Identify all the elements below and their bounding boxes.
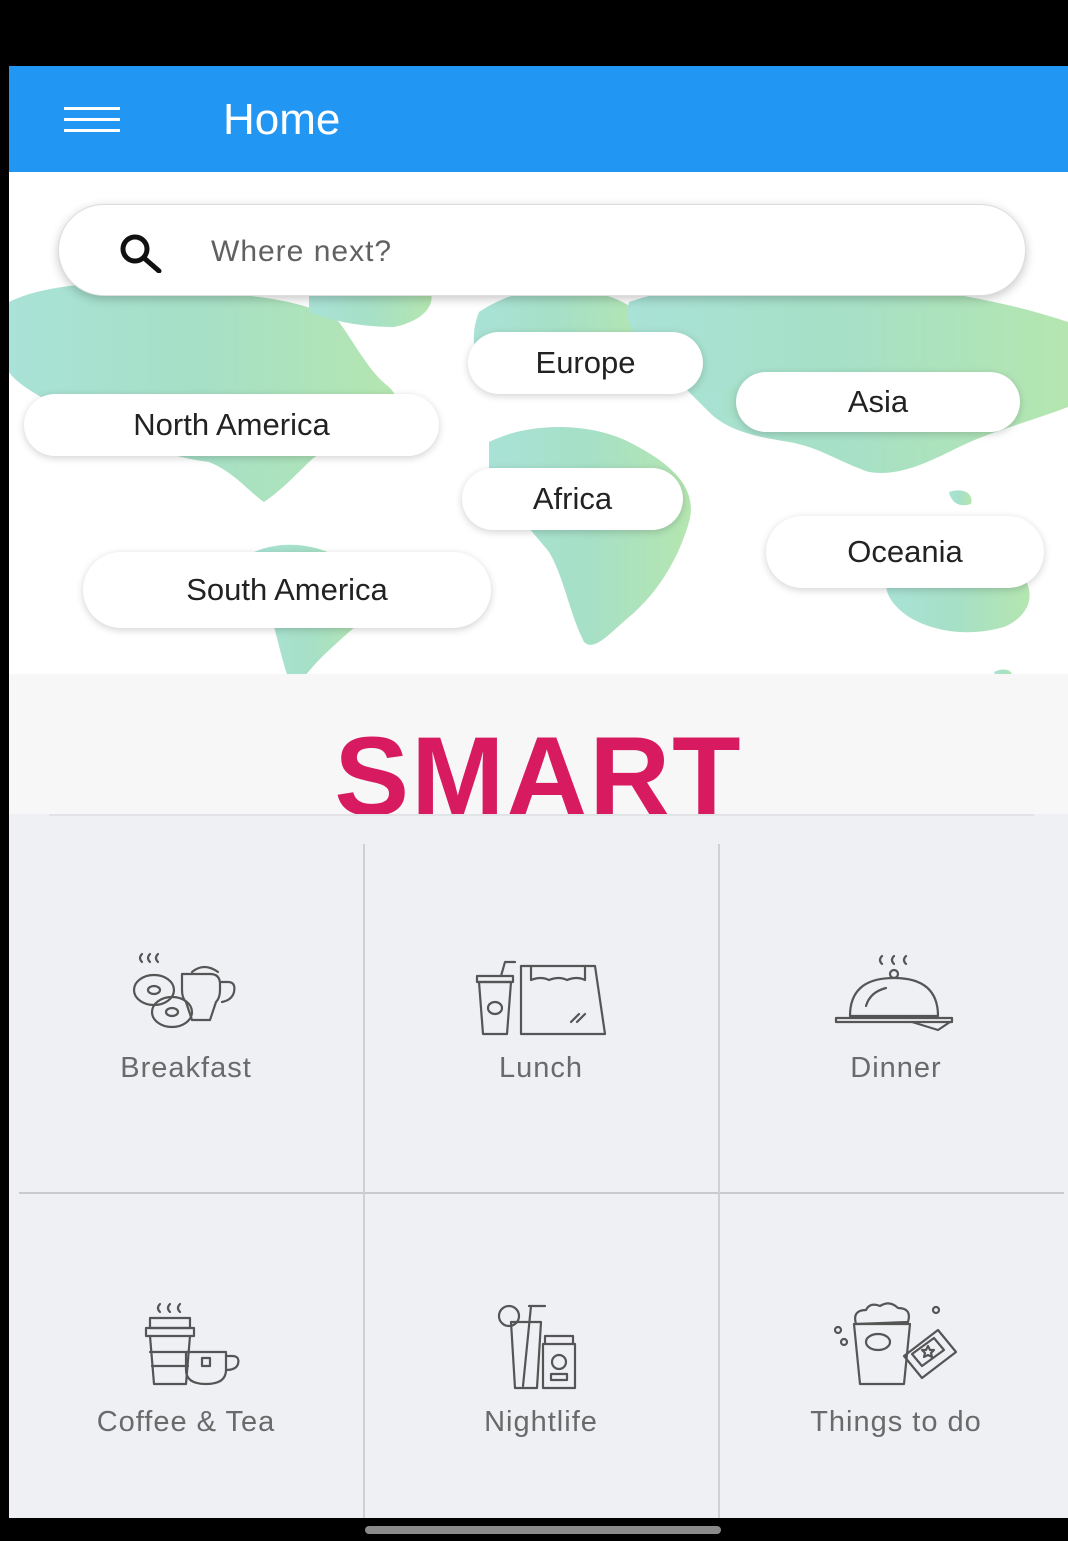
region-chip-label: Africa (532, 481, 613, 516)
region-chip-oceania[interactable]: Oceania (766, 516, 1044, 588)
category-label: Coffee & Tea (96, 1406, 276, 1438)
nightlife-icon (497, 1304, 577, 1390)
menu-button[interactable] (49, 93, 135, 147)
app-screen: Home Where next? North America Europe As… (9, 66, 1068, 1518)
region-chip-south-america[interactable]: South America (83, 552, 491, 628)
category-grid: Breakfast Lunch Dinner Coffee & Tea Nigh… (9, 814, 1068, 1518)
home-gesture-handle[interactable] (365, 1526, 721, 1534)
category-label: Dinner (850, 1052, 942, 1084)
dinner-icon (834, 954, 954, 1032)
category-dinner[interactable]: Dinner (719, 814, 1068, 1192)
region-chip-label: North America (133, 407, 330, 442)
breakfast-icon (132, 952, 236, 1029)
region-chip-label: South America (186, 572, 388, 607)
search-input[interactable] (209, 223, 973, 281)
brand-logo: SMART (334, 714, 743, 815)
category-coffee-tea[interactable]: Coffee & Tea (9, 1194, 363, 1518)
search-icon (120, 234, 162, 273)
category-nightlife[interactable]: Nightlife (364, 1194, 718, 1518)
world-map-section: North America Europe Asia Africa Oceania… (9, 172, 1068, 674)
status-bar (0, 0, 1068, 66)
region-chip-label: Europe (535, 345, 636, 380)
category-breakfast[interactable]: Breakfast (9, 814, 363, 1192)
brand-banner: SMART (9, 674, 1068, 814)
category-label: Nightlife (484, 1406, 598, 1438)
search-bar[interactable] (58, 204, 1026, 296)
category-lunch[interactable]: Lunch (364, 814, 718, 1192)
category-label: Things to do (810, 1406, 982, 1438)
hamburger-menu-icon (64, 107, 120, 132)
region-chip-north-america[interactable]: North America (24, 394, 439, 456)
region-chip-asia[interactable]: Asia (736, 372, 1020, 432)
system-nav-bar (0, 1518, 1068, 1541)
region-chip-label: Oceania (847, 534, 963, 569)
lunch-icon (475, 960, 607, 1036)
coffee-tea-icon (144, 1302, 240, 1386)
page-title: Home (223, 95, 341, 144)
region-chip-label: Asia (847, 384, 909, 419)
category-label: Breakfast (120, 1052, 252, 1084)
region-chip-europe[interactable]: Europe (468, 332, 703, 394)
region-chip-africa[interactable]: Africa (462, 468, 683, 530)
category-label: Lunch (498, 1052, 583, 1084)
things-to-do-icon (833, 1302, 958, 1386)
app-bar: Home (9, 66, 1068, 172)
category-things-to-do[interactable]: Things to do (719, 1194, 1068, 1518)
